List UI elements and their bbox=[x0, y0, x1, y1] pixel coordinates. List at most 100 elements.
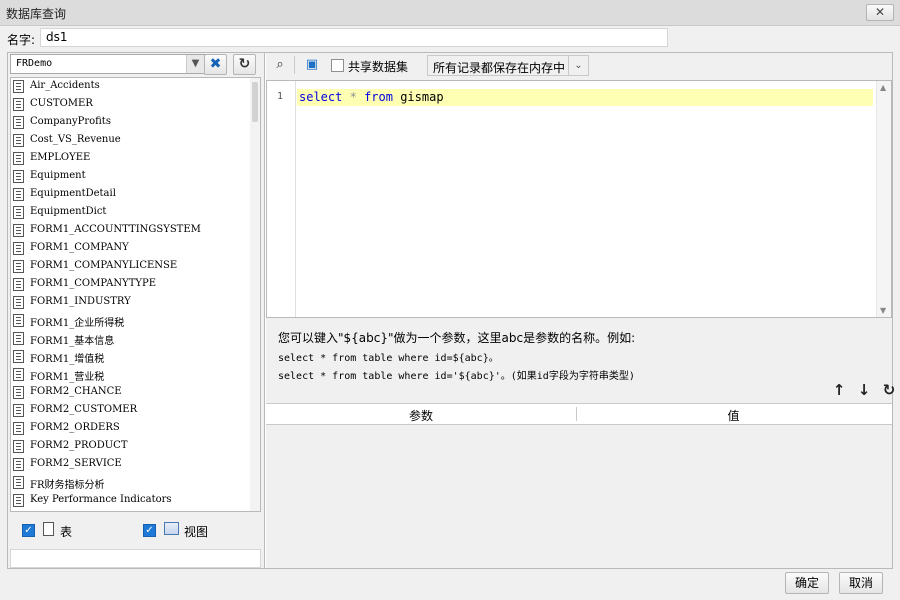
column-header-parameter[interactable]: 参数 bbox=[266, 407, 577, 423]
table-item[interactable]: Air_Accidents bbox=[11, 78, 260, 96]
table-item[interactable]: FORM1_企业所得税 bbox=[11, 312, 260, 330]
parameter-icon: ▣ bbox=[305, 57, 319, 72]
connection-select-value: FRDemo bbox=[16, 58, 53, 69]
table-item[interactable]: CUSTOMER bbox=[11, 96, 260, 114]
share-dataset-label: 共享数据集 bbox=[348, 60, 409, 74]
table-icon bbox=[13, 296, 24, 309]
view-checkbox[interactable]: ✓ bbox=[143, 524, 156, 537]
refresh-icon: ↻ bbox=[882, 381, 896, 399]
table-item[interactable]: FORM1_基本信息 bbox=[11, 330, 260, 348]
table-item-label: Air_Accidents bbox=[30, 80, 100, 91]
table-icon bbox=[13, 368, 24, 381]
table-icon bbox=[13, 98, 24, 111]
table-icon bbox=[13, 494, 24, 507]
sql-code[interactable]: select * from gismap bbox=[299, 90, 444, 104]
table-name: gismap bbox=[400, 90, 444, 104]
refresh-icon: ↻ bbox=[238, 56, 251, 72]
table-item-label: CompanyProfits bbox=[30, 116, 111, 127]
chevron-down-icon[interactable]: ▼ bbox=[186, 55, 204, 73]
parameter-table[interactable]: 参数 值 bbox=[266, 403, 892, 568]
table-item[interactable]: FORM1_增值税 bbox=[11, 348, 260, 366]
connection-settings-button[interactable]: ✖ bbox=[204, 54, 227, 75]
table-icon bbox=[13, 134, 24, 147]
table-item[interactable]: FORM1_COMPANYTYPE bbox=[11, 276, 260, 294]
table-item-label: FORM2_CHANCE bbox=[30, 386, 122, 397]
line-number: 1 bbox=[277, 91, 284, 102]
table-list[interactable]: Air_Accidents CUSTOMER CompanyProfits Cost_… bbox=[10, 77, 261, 512]
table-icon bbox=[13, 278, 24, 291]
table-icon bbox=[13, 116, 24, 129]
scroll-down-icon[interactable]: ▼ bbox=[880, 306, 886, 315]
table-item[interactable]: FORM2_SERVICE bbox=[11, 456, 260, 474]
table-icon bbox=[13, 350, 24, 363]
table-item[interactable]: FORM2_CUSTOMER bbox=[11, 402, 260, 420]
table-browser: FRDemo ▼ ✖ ↻ Air_Accidents CUSTOMER Compan… bbox=[8, 53, 265, 568]
table-item[interactable]: EquipmentDict bbox=[11, 204, 260, 222]
table-item[interactable]: Cost_VS_Revenue bbox=[11, 132, 260, 150]
share-dataset-checkbox[interactable] bbox=[331, 59, 344, 72]
view-icon bbox=[164, 522, 179, 535]
help-line-2: select * from table where id=${abc}。 bbox=[278, 353, 499, 364]
name-row: 名字: ds1 bbox=[0, 27, 900, 51]
table-icon bbox=[13, 422, 24, 435]
name-input[interactable]: ds1 bbox=[40, 28, 668, 47]
preview-button[interactable]: ⌕ bbox=[270, 55, 290, 75]
table-item[interactable]: Equipment bbox=[11, 168, 260, 186]
table-search-input[interactable] bbox=[10, 549, 261, 568]
chevron-down-icon[interactable]: ⌄ bbox=[568, 56, 588, 75]
arrow-down-icon: ↓ bbox=[857, 381, 871, 399]
connection-select[interactable]: FRDemo ▼ bbox=[10, 54, 205, 74]
table-item[interactable]: FORM2_ORDERS bbox=[11, 420, 260, 438]
table-icon bbox=[13, 152, 24, 165]
table-checkbox[interactable]: ✓ bbox=[22, 524, 35, 537]
editor-scrollbar[interactable]: ▲ ▼ bbox=[876, 81, 891, 317]
table-item[interactable]: FORM1_营业税 bbox=[11, 366, 260, 384]
help-line-1: 您可以键入"${abc}"做为一个参数，这里abc是参数的名称。例如: bbox=[278, 331, 636, 345]
table-item-label: FORM2_SERVICE bbox=[30, 458, 122, 469]
table-item-label: Equipment bbox=[30, 170, 86, 181]
refresh-tables-button[interactable]: ↻ bbox=[233, 54, 256, 75]
table-item[interactable]: FORM2_PRODUCT bbox=[11, 438, 260, 456]
query-toolbar: ⌕ ▣ 共享数据集 所有记录都保存在内存中 ⌄ bbox=[266, 53, 892, 78]
move-up-button[interactable]: ↑ bbox=[830, 381, 848, 399]
table-item-label: FORM1_增值税 bbox=[30, 354, 105, 365]
table-item-label: FORM1_INDUSTRY bbox=[30, 296, 131, 307]
cancel-button[interactable]: 取消 bbox=[839, 572, 883, 594]
ok-button[interactable]: 确定 bbox=[785, 572, 829, 594]
table-item[interactable]: FORM2_CHANCE bbox=[11, 384, 260, 402]
table-icon bbox=[13, 242, 24, 255]
scrollbar-thumb[interactable] bbox=[252, 82, 258, 122]
table-list-scrollbar[interactable] bbox=[250, 78, 260, 511]
close-button[interactable]: ✕ bbox=[866, 4, 894, 21]
table-item-label: CUSTOMER bbox=[30, 98, 93, 109]
table-icon bbox=[13, 404, 24, 417]
table-item[interactable]: CompanyProfits bbox=[11, 114, 260, 132]
table-item[interactable]: FR财务指标分析 bbox=[11, 474, 260, 492]
column-header-value[interactable]: 值 bbox=[577, 407, 890, 424]
line-number-gutter: 1 bbox=[267, 81, 296, 317]
table-item-label: FORM1_基本信息 bbox=[30, 336, 115, 347]
object-type-filters: ✓ 表 ✓ 视图 bbox=[10, 515, 261, 547]
table-icon bbox=[13, 440, 24, 453]
scroll-up-icon[interactable]: ▲ bbox=[880, 83, 886, 92]
title-bar: 数据库查询 ✕ bbox=[0, 0, 900, 26]
refresh-parameters-button[interactable]: ↻ bbox=[880, 381, 898, 399]
table-item-label: FORM1_企业所得税 bbox=[30, 318, 125, 329]
query-panel: ⌕ ▣ 共享数据集 所有记录都保存在内存中 ⌄ 1 select * from … bbox=[266, 53, 895, 568]
cache-mode-select[interactable]: 所有记录都保存在内存中 ⌄ bbox=[427, 55, 589, 76]
table-item[interactable]: FORM1_ACCOUNTTINGSYSTEM bbox=[11, 222, 260, 240]
operator-star: * bbox=[349, 90, 357, 104]
table-item[interactable]: FORM1_INDUSTRY bbox=[11, 294, 260, 312]
table-item-label: FORM2_ORDERS bbox=[30, 422, 120, 433]
table-item[interactable]: EquipmentDetail bbox=[11, 186, 260, 204]
table-item[interactable]: EMPLOYEE bbox=[11, 150, 260, 168]
bind-parameter-button[interactable]: ▣ bbox=[302, 55, 322, 75]
keyword-from: from bbox=[364, 90, 393, 104]
table-icon bbox=[13, 476, 24, 489]
table-icon bbox=[43, 522, 54, 536]
move-down-button[interactable]: ↓ bbox=[855, 381, 873, 399]
sql-editor[interactable]: 1 select * from gismap ▲ ▼ bbox=[266, 80, 892, 318]
table-item[interactable]: Key Performance Indicators bbox=[11, 492, 260, 510]
table-item[interactable]: FORM1_COMPANYLICENSE bbox=[11, 258, 260, 276]
table-item[interactable]: FORM1_COMPANY bbox=[11, 240, 260, 258]
